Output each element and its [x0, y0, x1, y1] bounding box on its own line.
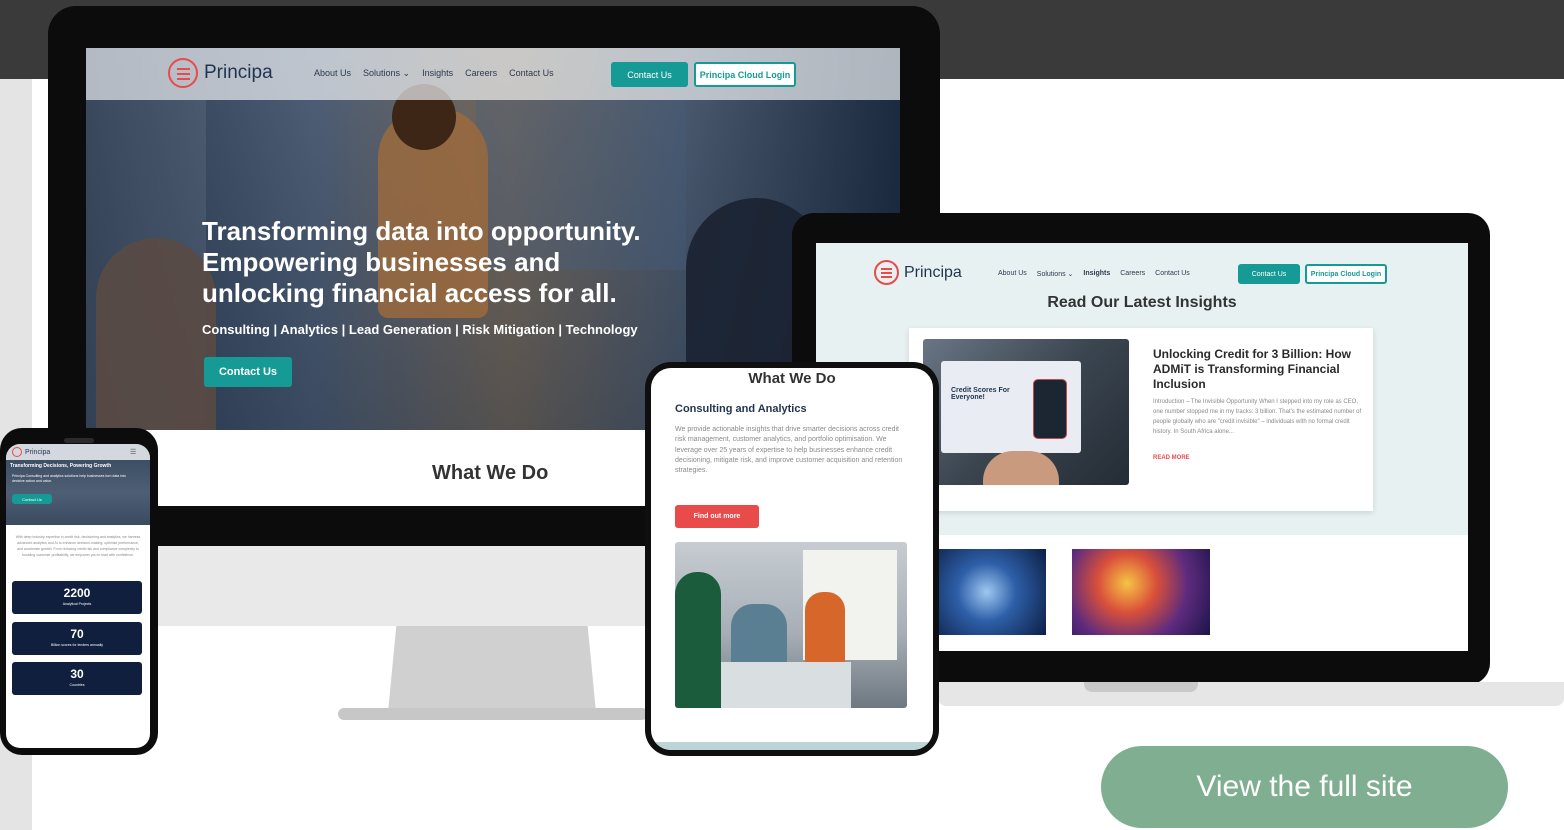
- desktop-nav: Principa About Us Solutions ⌄ Insights C…: [86, 48, 900, 100]
- phone-hero-text: Principa Consulting and analytics soluti…: [12, 474, 126, 483]
- featured-article-card[interactable]: Credit Scores For Everyone! Unlocking Cr…: [909, 328, 1373, 511]
- logo-text: Principa: [25, 448, 51, 456]
- nav-about[interactable]: About Us: [998, 270, 1027, 278]
- hero-headline: Transforming data into opportunity. Empo…: [202, 216, 672, 309]
- read-more-link[interactable]: READ MORE: [1153, 455, 1190, 461]
- team-meeting-image: [675, 542, 907, 708]
- nav-careers[interactable]: Careers: [1120, 270, 1145, 278]
- person-left: [96, 238, 216, 430]
- tablet-screen: What We Do Consulting and Analytics We p…: [651, 368, 933, 750]
- stat-label: Countries: [69, 683, 85, 687]
- phone-hero-title: Transforming Decisions, Powering Growth: [10, 463, 112, 469]
- find-out-more-button[interactable]: Find out more: [675, 505, 759, 528]
- stat-card: 30 Countries: [12, 662, 142, 695]
- monitor-base: [338, 708, 648, 720]
- stat-label: Billion scores for lenders annually: [50, 643, 104, 647]
- phone-screen: Principa ☰ Transforming Decisions, Power…: [6, 444, 150, 748]
- nav-contact[interactable]: Contact Us: [509, 68, 554, 79]
- cloud-login-button[interactable]: Principa Cloud Login: [1305, 264, 1387, 284]
- hamburger-menu-icon[interactable]: ☰: [130, 448, 136, 456]
- image-caption: Credit Scores For Everyone!: [951, 387, 1010, 401]
- phone-in-image: [1033, 379, 1067, 439]
- phone-logo[interactable]: Principa: [12, 447, 50, 457]
- hero-headline-line: unlocking financial access for all.: [202, 278, 617, 308]
- hand-in-image: [983, 451, 1059, 485]
- nav-about[interactable]: About Us: [314, 68, 351, 79]
- nav-solutions[interactable]: Solutions ⌄: [1037, 270, 1074, 278]
- hero-subline: Consulting | Analytics | Lead Generation…: [202, 322, 638, 337]
- article-thumbnail-brain[interactable]: [1072, 549, 1210, 635]
- article-image: Credit Scores For Everyone!: [923, 339, 1129, 485]
- stat-label: Analytical Projects: [62, 602, 92, 606]
- tablet-subtitle: Consulting and Analytics: [675, 403, 807, 415]
- person: [675, 572, 721, 708]
- laptop-notch: [1084, 682, 1198, 692]
- cloud-login-button[interactable]: Principa Cloud Login: [694, 62, 796, 87]
- nav-careers[interactable]: Careers: [465, 68, 497, 79]
- stat-card: 2200 Analytical Projects: [12, 581, 142, 614]
- contact-button[interactable]: Contact Us: [1238, 264, 1300, 284]
- monitor-stand: [388, 626, 596, 712]
- hero-contact-button[interactable]: Contact Us: [204, 357, 292, 387]
- hero-headline-line: Transforming data into opportunity.: [202, 216, 641, 246]
- logo-text: Principa: [904, 263, 962, 281]
- phone-nav: Principa ☰: [6, 444, 150, 460]
- logo-text: Principa: [204, 62, 273, 83]
- article-thumbnail-robot[interactable]: [938, 549, 1046, 635]
- stat-value: 70: [70, 627, 84, 641]
- hero-headline-line: Empowering businesses and: [202, 247, 561, 277]
- stat-value: 2200: [63, 586, 91, 600]
- laptop-logo[interactable]: Principa: [874, 260, 962, 285]
- desktop-nav-links: About Us Solutions ⌄ Insights Careers Co…: [314, 68, 554, 79]
- view-full-site-button[interactable]: View the full site: [1101, 746, 1508, 828]
- nav-solutions[interactable]: Solutions ⌄: [363, 68, 410, 79]
- stat-card: 70 Billion scores for lenders annually: [12, 622, 142, 655]
- principa-logo-icon: [874, 260, 899, 285]
- nav-contact[interactable]: Contact Us: [1155, 270, 1190, 278]
- section-title: What We Do: [432, 462, 549, 484]
- phone-contact-button[interactable]: Contact Us: [12, 494, 52, 504]
- nav-insights[interactable]: Insights: [422, 68, 453, 79]
- contact-button[interactable]: Contact Us: [611, 62, 688, 87]
- article-title[interactable]: Unlocking Credit for 3 Billion: How ADMi…: [1153, 347, 1353, 392]
- phone-body-text: With deep industry expertise in credit r…: [15, 535, 141, 557]
- article-excerpt: Introduction – The Invisible Opportunity…: [1153, 399, 1362, 435]
- meeting-table: [711, 662, 851, 708]
- nav-insights[interactable]: Insights: [1083, 270, 1110, 278]
- laptop-nav-links: About Us Solutions ⌄ Insights Careers Co…: [998, 270, 1190, 278]
- tablet-footer-band: [651, 742, 933, 750]
- laptop-base: [938, 682, 1564, 706]
- principa-logo-icon: [168, 58, 198, 88]
- desktop-logo[interactable]: Principa: [168, 58, 273, 88]
- tablet-body: We provide actionable insights that driv…: [675, 426, 903, 475]
- stat-value: 30: [70, 667, 84, 681]
- insights-heading: Read Our Latest Insights: [1047, 294, 1237, 311]
- phone-speaker: [64, 438, 94, 443]
- principa-logo-icon: [12, 447, 22, 457]
- tablet-title: What We Do: [748, 370, 836, 387]
